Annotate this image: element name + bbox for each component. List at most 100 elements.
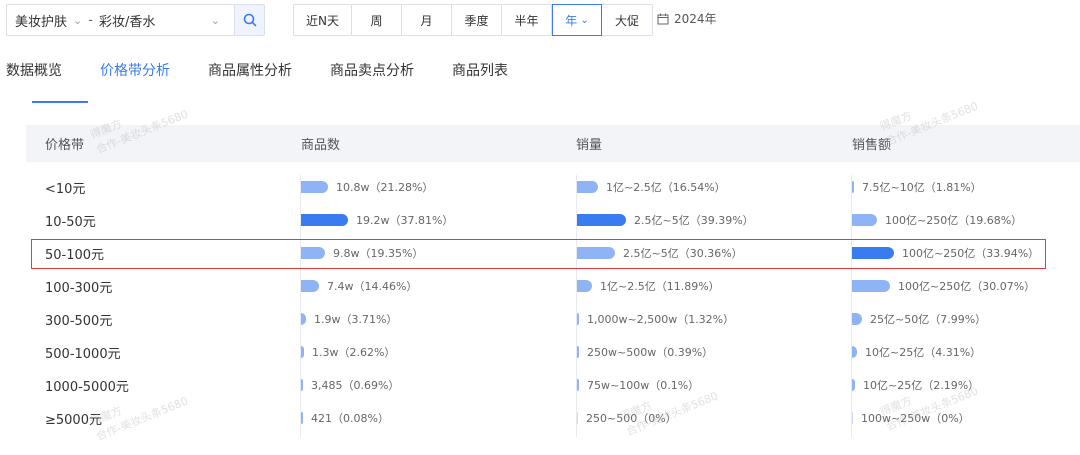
count-value: 421（0.08%） bbox=[311, 412, 389, 425]
sales-value: 250w~500w（0.39%） bbox=[587, 346, 714, 359]
price-band-label: ≥5000元 bbox=[45, 413, 102, 428]
calendar-icon bbox=[657, 13, 669, 24]
time-range-group: 近N天 周 月 季度 半年 年 ⌄ 大促 bbox=[293, 4, 653, 36]
revenue-bar bbox=[852, 280, 890, 292]
revenue-value: 100亿~250亿（19.68%） bbox=[885, 214, 1023, 227]
sales-bar bbox=[577, 379, 579, 391]
revenue-cell: 100亿~250亿（19.68%） bbox=[852, 212, 1022, 228]
column-divider bbox=[300, 175, 301, 437]
sales-cell: 1亿~2.5亿（11.89%） bbox=[577, 278, 720, 294]
date-picker[interactable]: 2024年 bbox=[657, 10, 717, 27]
tab-attributes[interactable]: 商品属性分析 bbox=[208, 60, 292, 89]
chevron-down-icon: ⌄ bbox=[73, 13, 83, 27]
time-btn-year-label: 年 bbox=[565, 13, 578, 28]
count-value: 3,485（0.69%） bbox=[311, 379, 400, 392]
revenue-bar bbox=[852, 181, 854, 193]
revenue-value: 10亿~25亿（4.31%） bbox=[865, 346, 982, 359]
active-tab-indicator bbox=[32, 101, 88, 103]
sales-bar bbox=[577, 412, 578, 424]
count-bar bbox=[301, 280, 319, 292]
table-row: 100-300元 7.4w（14.46%） 1亿~2.5亿（11.89%） 100亿~… bbox=[26, 269, 1080, 302]
header-sales: 销量 bbox=[576, 138, 603, 153]
revenue-cell: 100w~250w（0%） bbox=[852, 410, 970, 426]
price-band-label: 1000-5000元 bbox=[45, 380, 129, 395]
category-main: 美妆护肤 bbox=[15, 14, 68, 30]
header-price: 价格带 bbox=[45, 138, 85, 153]
time-btn-quarter[interactable]: 季度 bbox=[452, 5, 502, 35]
sales-value: 75w~100w（0.1%） bbox=[587, 379, 700, 392]
filter-bar: 美妆护肤 ⌄ - 彩妆/香水 ⌄ bbox=[6, 4, 265, 36]
time-btn-halfyear[interactable]: 半年 bbox=[502, 5, 552, 35]
table-row: ≥5000元 421（0.08%） 250~500（0%） 100w~250w（0%） bbox=[26, 401, 1080, 434]
table-row: 10-50元 19.2w（37.81%） 2.5亿~5亿（39.39%） 100亿~2… bbox=[26, 203, 1080, 236]
count-cell: 19.2w（37.81%） bbox=[301, 212, 453, 228]
sales-value: 250~500（0%） bbox=[586, 412, 677, 425]
revenue-bar bbox=[852, 379, 855, 391]
count-cell: 3,485（0.69%） bbox=[301, 377, 399, 393]
sales-cell: 2.5亿~5亿（39.39%） bbox=[577, 212, 754, 228]
table-row: 500-1000元 1.3w（2.62%） 250w~500w（0.39%） 10亿~… bbox=[26, 335, 1080, 368]
count-bar bbox=[301, 379, 303, 391]
revenue-value: 100亿~250亿（30.07%） bbox=[898, 280, 1036, 293]
table-body: <10元 10.8w（21.28%） 1亿~2.5亿（16.54%） 7.5亿~10亿… bbox=[26, 170, 1080, 434]
table-row: <10元 10.8w（21.28%） 1亿~2.5亿（16.54%） 7.5亿~10亿… bbox=[26, 170, 1080, 203]
tab-price-band[interactable]: 价格带分析 bbox=[100, 60, 170, 89]
revenue-value: 100w~250w（0%） bbox=[861, 412, 970, 425]
highlight-box bbox=[31, 239, 1046, 269]
price-band-label: 100-300元 bbox=[45, 281, 113, 296]
category-select[interactable]: 美妆护肤 ⌄ - 彩妆/香水 ⌄ bbox=[6, 4, 235, 36]
header-count: 商品数 bbox=[301, 138, 341, 153]
search-icon bbox=[243, 13, 256, 27]
sales-bar bbox=[577, 214, 626, 226]
sales-bar bbox=[577, 313, 579, 325]
sales-cell: 250~500（0%） bbox=[577, 410, 677, 426]
count-value: 19.2w（37.81%） bbox=[356, 214, 454, 227]
price-band-label: <10元 bbox=[45, 182, 86, 197]
sales-value: 1亿~2.5亿（11.89%） bbox=[600, 280, 720, 293]
search-button[interactable] bbox=[235, 4, 265, 36]
chevron-down-icon: ⌄ bbox=[210, 13, 220, 27]
price-band-label: 300-500元 bbox=[45, 314, 113, 329]
count-value: 10.8w（21.28%） bbox=[336, 181, 434, 194]
tab-product-list[interactable]: 商品列表 bbox=[452, 60, 508, 89]
revenue-cell: 10亿~25亿（2.19%） bbox=[852, 377, 979, 393]
count-cell: 1.9w（3.71%） bbox=[301, 311, 397, 327]
sales-cell: 250w~500w（0.39%） bbox=[577, 344, 713, 360]
count-cell: 7.4w（14.46%） bbox=[301, 278, 417, 294]
sales-bar bbox=[577, 181, 598, 193]
revenue-bar bbox=[852, 412, 853, 424]
revenue-value: 25亿~50亿（7.99%） bbox=[870, 313, 987, 326]
price-band-label: 10-50元 bbox=[45, 215, 96, 230]
time-btn-week[interactable]: 周 bbox=[352, 5, 402, 35]
sales-value: 2.5亿~5亿（39.39%） bbox=[634, 214, 754, 227]
sales-cell: 1亿~2.5亿（16.54%） bbox=[577, 179, 726, 195]
count-bar bbox=[301, 346, 304, 358]
count-bar bbox=[301, 181, 328, 193]
sales-bar bbox=[577, 280, 592, 292]
tab-overview[interactable]: 数据概览 bbox=[6, 60, 62, 89]
count-cell: 10.8w（21.28%） bbox=[301, 179, 433, 195]
count-cell: 1.3w（2.62%） bbox=[301, 344, 395, 360]
tab-selling-points[interactable]: 商品卖点分析 bbox=[330, 60, 414, 89]
time-btn-month[interactable]: 月 bbox=[402, 5, 452, 35]
count-value: 7.4w（14.46%） bbox=[327, 280, 418, 293]
table-row: 1000-5000元 3,485（0.69%） 75w~100w（0.1%） 10亿~… bbox=[26, 368, 1080, 401]
date-value: 2024年 bbox=[674, 12, 717, 26]
revenue-bar bbox=[852, 346, 857, 358]
revenue-cell: 25亿~50亿（7.99%） bbox=[852, 311, 986, 327]
count-bar bbox=[301, 214, 348, 226]
tab-bar: 数据概览 价格带分析 商品属性分析 商品卖点分析 商品列表 bbox=[6, 60, 546, 89]
revenue-bar bbox=[852, 313, 862, 325]
category-separator: - bbox=[88, 12, 93, 28]
price-band-label: 500-1000元 bbox=[45, 347, 121, 362]
header-revenue: 销售额 bbox=[852, 138, 892, 153]
time-btn-promo[interactable]: 大促 bbox=[602, 5, 652, 35]
column-divider bbox=[851, 175, 852, 437]
revenue-cell: 7.5亿~10亿（1.81%） bbox=[852, 179, 982, 195]
chevron-down-icon: ⌄ bbox=[580, 14, 589, 26]
table-row: 300-500元 1.9w（3.71%） 1,000w~2,500w（1.32%） 2… bbox=[26, 302, 1080, 335]
time-btn-recent[interactable]: 近N天 bbox=[294, 5, 352, 35]
sales-value: 1亿~2.5亿（16.54%） bbox=[606, 181, 726, 194]
revenue-cell: 100亿~250亿（30.07%） bbox=[852, 278, 1035, 294]
time-btn-year[interactable]: 年 ⌄ bbox=[552, 4, 602, 36]
